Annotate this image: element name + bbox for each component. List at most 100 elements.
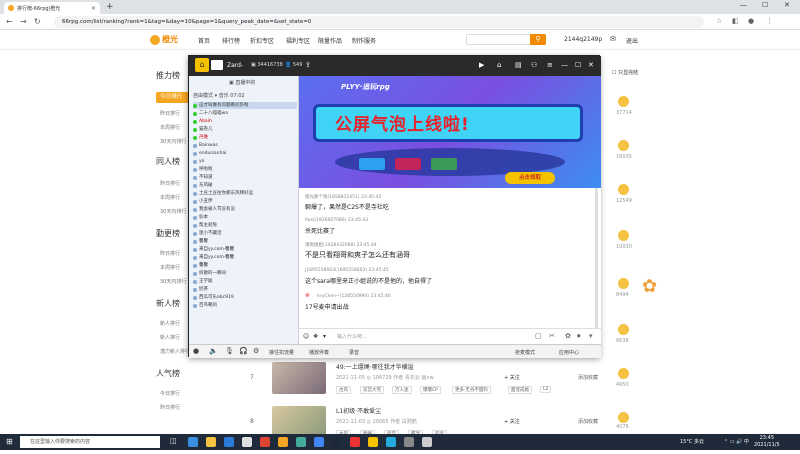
channel-row[interactable]: 西瓜可乐abc919 bbox=[193, 294, 297, 301]
channel-row[interactable]: 这才叫做有问题看问卦啦 bbox=[193, 102, 297, 109]
yy-mode-select[interactable]: 自由模式 ▾ 音乐 07:02 bbox=[193, 92, 245, 99]
rank-item-active[interactable]: 今日排行 bbox=[156, 92, 192, 103]
store-icon[interactable] bbox=[224, 437, 234, 447]
channel-row[interactable]: yo bbox=[193, 158, 297, 165]
nav-limited[interactable]: 限量作品 bbox=[318, 36, 342, 45]
rank-item[interactable]: 本周排行 bbox=[160, 264, 180, 271]
rank-item[interactable]: 30天内排行 bbox=[160, 278, 186, 285]
maximize-icon[interactable]: ☐ bbox=[762, 1, 768, 9]
rank-item[interactable]: 新人排行 bbox=[160, 334, 180, 341]
yy-menu-icon[interactable]: ≡ bbox=[547, 61, 553, 69]
channel-row[interactable]: 标本 bbox=[193, 214, 297, 221]
tag[interactable]: 双宫大宅 bbox=[360, 386, 384, 394]
edge-icon[interactable] bbox=[188, 437, 198, 447]
app-icon[interactable] bbox=[404, 437, 414, 447]
channel-row[interactable]: enduisanhai bbox=[193, 150, 297, 157]
browser-tab[interactable]: 排行榜-66rpg|橙光 × bbox=[4, 2, 100, 14]
channel-row[interactable]: 帮主就免 bbox=[193, 222, 297, 229]
tray-icons[interactable]: ⌃ ▭ 🔊 中 bbox=[724, 438, 749, 445]
game-title[interactable]: L1初级·不敢爱尘 bbox=[336, 406, 381, 415]
nav-discount[interactable]: 折扣专区 bbox=[250, 36, 274, 45]
profile-icon[interactable]: ● bbox=[748, 17, 754, 25]
rank-item[interactable]: 本周排行 bbox=[160, 194, 180, 201]
promo-banner[interactable]: PLYY·追玩rpg 公屏气泡上线啦! 点击领取 ● ● ● ● ● bbox=[299, 76, 601, 207]
windows-start-icon[interactable]: ⊞ bbox=[6, 437, 13, 446]
rank-item[interactable]: 今日排行 bbox=[160, 390, 180, 397]
channel-row[interactable]: 不知道 bbox=[193, 174, 297, 181]
app-icon[interactable] bbox=[242, 437, 252, 447]
channel-row[interactable]: 百鸟朝凤 bbox=[193, 302, 297, 309]
play-accompaniment-button[interactable]: 播放伴奏 bbox=[309, 349, 329, 356]
tag[interactable]: 爆爆CP bbox=[420, 386, 441, 394]
tag[interactable]: 古风 bbox=[336, 386, 351, 394]
minimize-icon[interactable]: — bbox=[740, 1, 747, 9]
nav-ranking[interactable]: 排行榜 bbox=[222, 36, 240, 45]
mic-mode-select[interactable]: 抢麦模式 bbox=[515, 349, 535, 356]
rank-item[interactable]: 本周排行 bbox=[160, 124, 180, 131]
channel-row[interactable]: 小丑伊 bbox=[193, 198, 297, 205]
message-icon[interactable]: ✉ bbox=[610, 35, 616, 43]
channel-row[interactable]: 东风破 bbox=[193, 182, 297, 189]
site-logo[interactable]: 橙光 bbox=[150, 34, 178, 45]
add-favorite-button[interactable]: 添加收藏 bbox=[578, 374, 598, 381]
nav-services[interactable]: 制作服务 bbox=[352, 36, 376, 45]
record-button[interactable]: 录音 bbox=[349, 349, 359, 356]
push-to-talk-button[interactable]: 接住扣流量 bbox=[269, 349, 294, 356]
app-icon[interactable] bbox=[260, 437, 270, 447]
yy-minimize-icon[interactable]: — bbox=[561, 61, 568, 69]
channel-row[interactable]: 拆散的一瞬间 bbox=[193, 270, 297, 277]
channel-row[interactable]: 呼啦啦 bbox=[193, 166, 297, 173]
yy-grid-icon[interactable]: ▤ bbox=[515, 61, 522, 69]
explorer-icon[interactable] bbox=[206, 437, 216, 447]
scissors-icon[interactable]: ✂ bbox=[549, 332, 555, 340]
speaker-icon[interactable]: 🔈 bbox=[209, 347, 218, 355]
new-tab-button[interactable]: + bbox=[106, 2, 114, 12]
yy-icon[interactable] bbox=[368, 437, 378, 447]
close-window-icon[interactable]: ✕ bbox=[784, 1, 790, 9]
channel-row[interactable]: 馨馨 bbox=[193, 262, 297, 269]
banner-claim-button[interactable]: 点击领取 bbox=[505, 172, 555, 184]
app-icon[interactable] bbox=[278, 437, 288, 447]
follow-button[interactable]: + 关注 bbox=[504, 374, 520, 381]
yy-home-tab-icon[interactable]: ⌂ bbox=[497, 61, 501, 69]
add-favorite-button[interactable]: 添加收藏 bbox=[578, 418, 598, 425]
chat-input[interactable]: 输入什么吧... bbox=[337, 333, 367, 340]
taskbar-clock[interactable]: 23:45 2021/11/5 bbox=[754, 435, 780, 449]
weather-widget[interactable]: 15°C 多云 bbox=[680, 438, 704, 445]
channel-row[interactable]: 丹维 bbox=[193, 134, 297, 141]
back-icon[interactable]: ← bbox=[6, 17, 13, 26]
chrome-icon[interactable] bbox=[314, 437, 324, 447]
steam-icon[interactable] bbox=[332, 437, 342, 447]
channel-row[interactable]: Abaih bbox=[193, 118, 297, 125]
task-view-icon[interactable]: ◫ bbox=[170, 437, 180, 447]
channel-row[interactable]: Bainwas bbox=[193, 142, 297, 149]
tag[interactable]: 甜宠成瘾 bbox=[508, 386, 532, 394]
emoji-icon[interactable]: ☺ bbox=[303, 333, 309, 340]
app-icon[interactable] bbox=[422, 437, 432, 447]
star-icon[interactable]: ☆ bbox=[716, 17, 722, 25]
app-icon[interactable] bbox=[350, 437, 360, 447]
record-icon[interactable]: ⏺ bbox=[577, 332, 581, 341]
only-complete-checkbox[interactable]: ☐ 只显完结 bbox=[612, 69, 638, 76]
site-search-button[interactable]: ⚲ bbox=[530, 34, 546, 45]
menu-icon[interactable]: ⋮ bbox=[766, 17, 773, 25]
app-icon[interactable] bbox=[386, 437, 396, 447]
chat-scrollbar[interactable] bbox=[595, 188, 598, 328]
yy-maximize-icon[interactable]: ☐ bbox=[575, 61, 581, 69]
rank-item[interactable]: 30天内排行 bbox=[160, 138, 186, 145]
tag[interactable]: 万人迷 bbox=[392, 386, 412, 394]
rank-item[interactable]: 潜力新人排行 bbox=[160, 348, 190, 355]
rank-item[interactable]: 新人排行 bbox=[160, 320, 180, 327]
rank-item[interactable]: 30天内排行 bbox=[160, 208, 186, 215]
nav-welfare[interactable]: 福利专区 bbox=[286, 36, 310, 45]
channel-row[interactable]: 奶茶 bbox=[193, 286, 297, 293]
tag[interactable]: L2 bbox=[540, 386, 552, 393]
mic-settings-icon[interactable]: ⚙ bbox=[253, 347, 259, 355]
channel-row[interactable]: 来自yy.com·馨馨 bbox=[193, 254, 297, 261]
more-icon[interactable]: ▾ bbox=[589, 332, 593, 340]
rank-item[interactable]: 昨日排行 bbox=[160, 110, 180, 117]
yy-avatar-icon[interactable]: ● bbox=[193, 347, 199, 355]
rank-item[interactable]: 昨日排行 bbox=[160, 404, 180, 411]
rank-item[interactable]: 昨日排行 bbox=[160, 180, 180, 187]
game-title[interactable]: 49:一上缰绳·哪往我才华横溢 bbox=[336, 362, 414, 371]
